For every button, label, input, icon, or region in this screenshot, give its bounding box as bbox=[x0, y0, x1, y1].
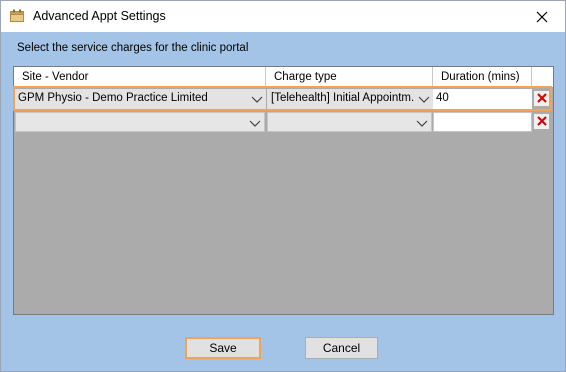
chevron-down-icon[interactable] bbox=[249, 117, 261, 127]
dialog-window: Advanced Appt Settings Select the servic… bbox=[0, 0, 566, 372]
delete-row-button[interactable] bbox=[533, 113, 550, 130]
table-row bbox=[14, 111, 553, 133]
column-header-site-vendor[interactable]: Site - Vendor bbox=[14, 67, 266, 87]
table-row: GPM Physio - Demo Practice Limited [Tele… bbox=[13, 86, 553, 111]
instruction-text: Select the service charges for the clini… bbox=[17, 42, 249, 54]
site-vendor-dropdown[interactable] bbox=[15, 112, 265, 132]
service-charges-grid: Site - Vendor Charge type Duration (mins… bbox=[13, 66, 554, 315]
delete-row-button[interactable] bbox=[533, 90, 550, 107]
close-icon[interactable] bbox=[519, 1, 565, 32]
chevron-down-icon[interactable] bbox=[418, 93, 430, 103]
cancel-button[interactable]: Cancel bbox=[305, 337, 378, 359]
chevron-down-icon[interactable] bbox=[251, 93, 263, 103]
chevron-down-icon[interactable] bbox=[416, 117, 428, 127]
title-bar: Advanced Appt Settings bbox=[1, 1, 565, 32]
duration-input[interactable] bbox=[433, 112, 532, 132]
charge-type-dropdown[interactable]: [Telehealth] Initial Appointm... bbox=[267, 89, 433, 109]
delete-x-icon bbox=[536, 92, 547, 106]
site-vendor-dropdown[interactable]: GPM Physio - Demo Practice Limited bbox=[14, 89, 266, 109]
calendar-app-icon bbox=[10, 9, 24, 22]
charge-type-dropdown[interactable] bbox=[267, 112, 432, 132]
delete-x-icon bbox=[536, 115, 547, 129]
save-button[interactable]: Save bbox=[185, 337, 261, 359]
column-header-charge-type[interactable]: Charge type bbox=[266, 67, 433, 87]
duration-value: 40 bbox=[436, 92, 449, 104]
site-vendor-value: GPM Physio - Demo Practice Limited bbox=[18, 92, 208, 104]
window-title: Advanced Appt Settings bbox=[33, 9, 166, 23]
column-header-duration[interactable]: Duration (mins) bbox=[433, 67, 532, 87]
duration-input[interactable]: 40 bbox=[433, 89, 532, 109]
grid-header: Site - Vendor Charge type Duration (mins… bbox=[14, 67, 553, 88]
charge-type-value: [Telehealth] Initial Appointm... bbox=[271, 92, 414, 104]
